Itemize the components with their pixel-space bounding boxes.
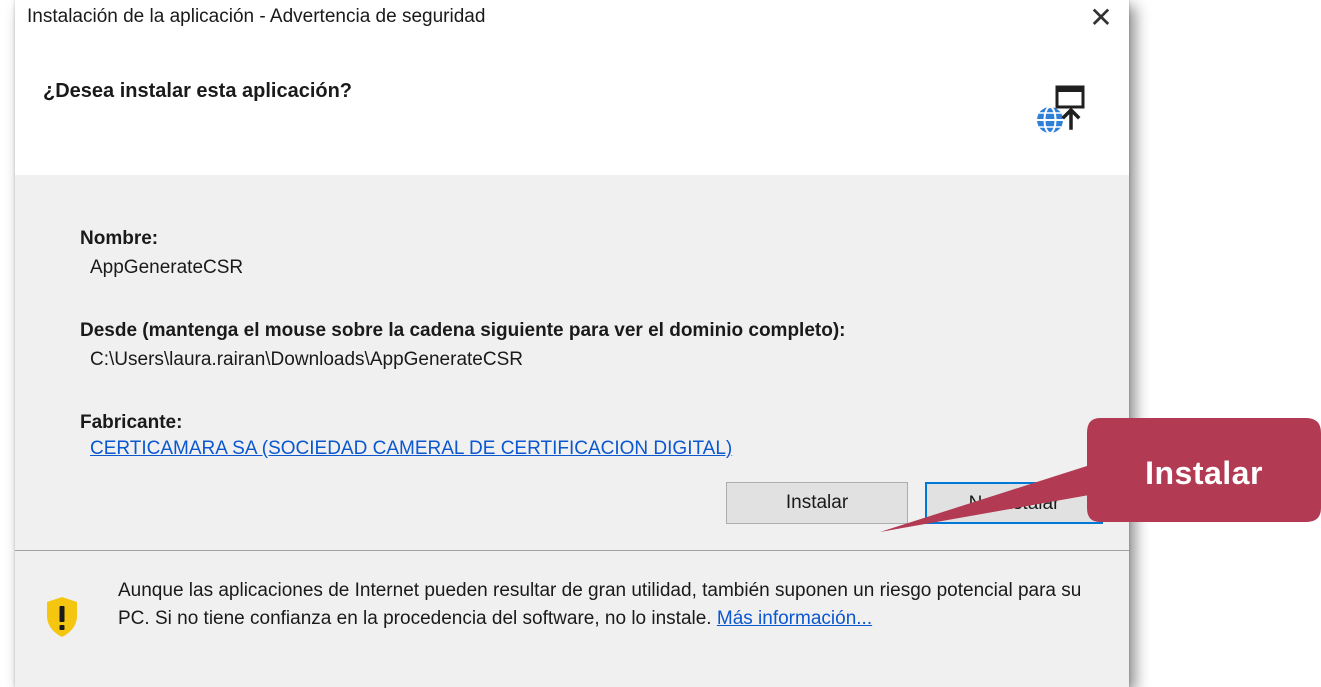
more-info-link[interactable]: Más información... <box>717 608 872 629</box>
no-install-button[interactable]: No instalar <box>925 482 1103 524</box>
security-warning-dialog: Instalación de la aplicación - Advertenc… <box>15 0 1129 687</box>
title-bar: Instalación de la aplicación - Advertenc… <box>15 0 1129 40</box>
close-icon: ✕ <box>1089 2 1113 33</box>
divider <box>15 550 1129 551</box>
install-button[interactable]: Instalar <box>726 482 908 524</box>
name-value: AppGenerateCSR <box>90 257 244 278</box>
screenshot-stage: Instalación de la aplicación - Advertenc… <box>0 0 1321 687</box>
shield-warning-icon <box>47 597 77 637</box>
window-title: Instalación de la aplicación - Advertenc… <box>27 6 486 27</box>
publisher-link[interactable]: CERTICAMARA SA (SOCIEDAD CAMERAL DE CERT… <box>90 438 732 460</box>
from-label: Desde (mantenga el mouse sobre la cadena… <box>80 320 846 341</box>
dialog-header: ¿Desea instalar esta aplicación? <box>15 40 1129 175</box>
warning-message: Aunque las aplicaciones de Internet pued… <box>118 580 1082 629</box>
web-app-install-icon <box>1037 85 1085 134</box>
from-value[interactable]: C:\Users\laura.rairan\Downloads\AppGener… <box>90 349 523 371</box>
publisher-label: Fabricante: <box>80 412 183 433</box>
close-button[interactable]: ✕ <box>1083 2 1119 36</box>
install-question: ¿Desea instalar esta aplicación? <box>43 80 353 102</box>
name-label: Nombre: <box>80 228 159 249</box>
security-warning-text: Aunque las aplicaciones de Internet pued… <box>118 577 1108 633</box>
callout-label: Instalar <box>1145 455 1263 491</box>
